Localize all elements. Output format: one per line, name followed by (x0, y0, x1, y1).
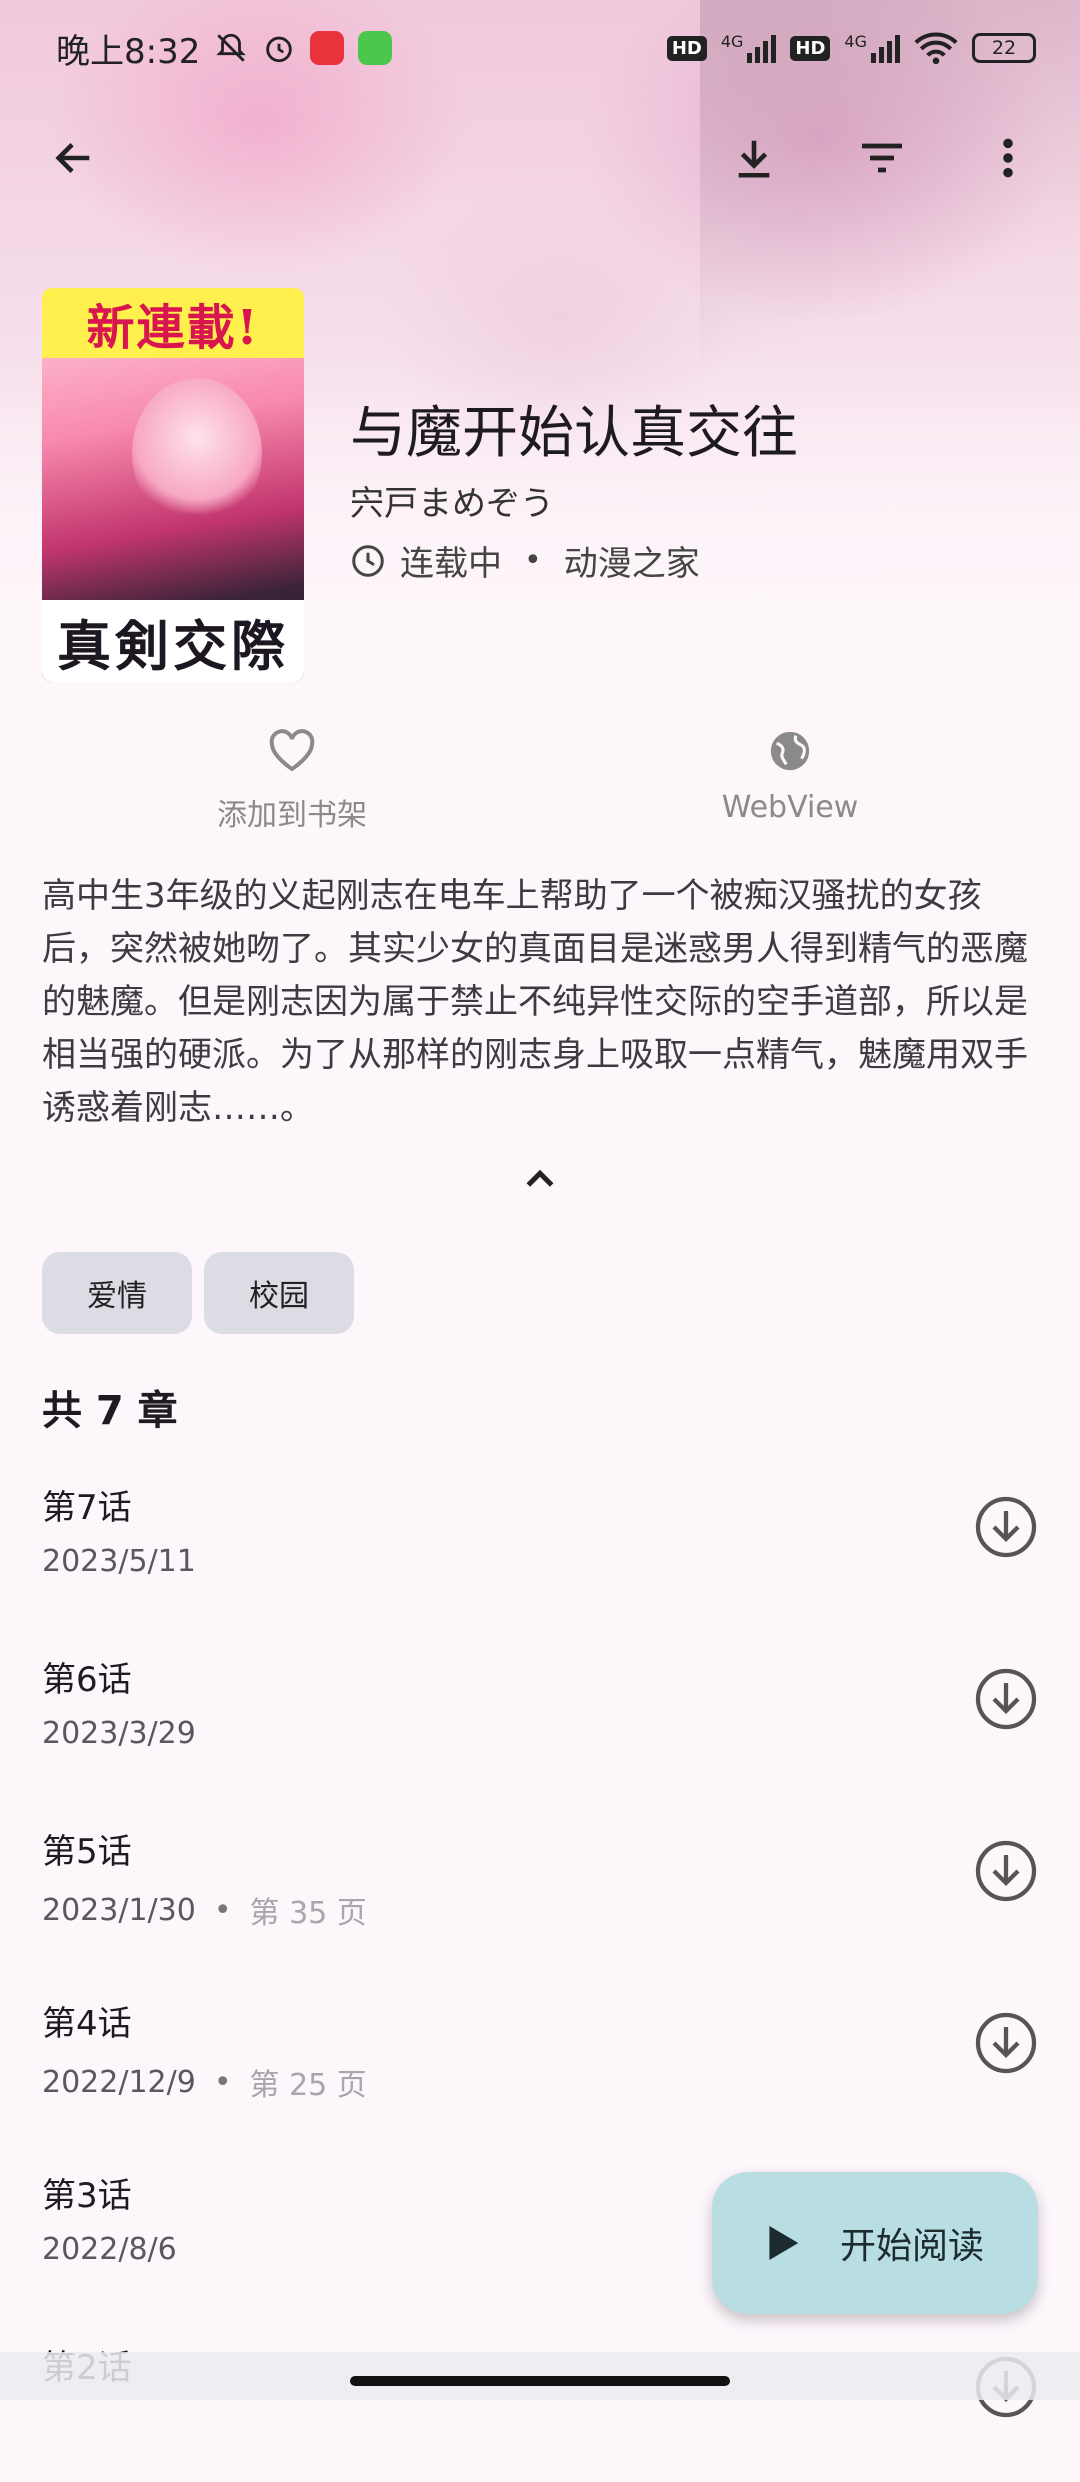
chapter-separator: • (213, 2064, 232, 2100)
download-circle-icon[interactable] (974, 1495, 1038, 1559)
chapter-title: 第5话 (42, 1832, 132, 1872)
gesture-handle[interactable] (350, 2376, 730, 2386)
chapter-date: 2022/8/6 (42, 2232, 177, 2267)
manga-meta: 连载中 • 动漫之家 (350, 536, 700, 585)
chapter-date: 2023/3/29 (42, 1716, 196, 1751)
globe-icon (770, 731, 810, 771)
clock-icon (352, 544, 384, 577)
chapter-date: 2023/1/30 (42, 1892, 196, 1928)
hd-badge: HD (790, 35, 831, 61)
filter-button[interactable] (842, 118, 922, 198)
netease-app-icon (310, 31, 345, 65)
network-type: 4G (844, 31, 867, 51)
more-vert-icon (1003, 138, 1013, 178)
manga-title: 与魔开始认真交往 (350, 401, 798, 466)
status-time: 晚上8:32 (56, 31, 201, 72)
webview-button[interactable]: WebView (670, 726, 910, 825)
download-button[interactable] (714, 118, 794, 198)
tag-chip[interactable]: 爱情 (42, 1252, 192, 1334)
chapter-last-page: 第 25 页 (249, 2068, 367, 2103)
cover-top-text: 新連載! (42, 288, 304, 358)
chapter-row[interactable]: 第6话 2023/3/29 (0, 1622, 1080, 1794)
download-circle-icon[interactable] (974, 1839, 1038, 1903)
chapter-count: 共 7 章 (42, 1388, 178, 1434)
download-icon (738, 140, 770, 178)
network-type: 4G (720, 31, 744, 51)
heart-outline-icon (269, 729, 315, 772)
chapter-title: 第6话 (42, 1660, 132, 1700)
manga-author[interactable]: 宍戸まめぞう (350, 476, 554, 525)
chapter-row[interactable]: 第5话 2023/1/30 • 第 35 页 (0, 1794, 1080, 1966)
chapter-last-page: 第 35 页 (249, 1896, 367, 1931)
more-button[interactable] (968, 118, 1048, 198)
start-reading-button[interactable]: 开始阅读 (712, 2172, 1038, 2314)
chapter-date: 2023/5/11 (42, 1544, 196, 1579)
webview-label: WebView (721, 790, 859, 825)
description-text: 高中生3年级的义起刚志在电车上帮助了一个被痴汉骚扰的女孩后，突然被她吻了。其实少… (42, 876, 1028, 1128)
chapter-list: 第7话 2023/5/11 第6话 2023/3/29 第5话 2023/1/3… (0, 1450, 1080, 2482)
cover-character (132, 378, 262, 528)
bell-off-icon (216, 33, 247, 62)
manga-source: 动漫之家 (563, 544, 700, 584)
add-to-library-label: 添加到书架 (217, 798, 367, 833)
meta-separator: • (524, 543, 542, 578)
tag-chip[interactable]: 校园 (204, 1252, 354, 1334)
start-reading-label: 开始阅读 (839, 2226, 984, 2267)
app-notification-icon (358, 31, 393, 65)
wifi-icon (914, 32, 958, 65)
back-button[interactable] (34, 118, 114, 198)
cover-image[interactable]: 新連載! 真剣交際 (42, 288, 304, 682)
chevron-up-icon (526, 1169, 554, 1187)
chapter-title: 第4话 (42, 2004, 132, 2044)
download-circle-icon[interactable] (974, 2011, 1038, 2075)
top-app-bar (0, 118, 1080, 206)
download-circle-icon[interactable] (974, 1667, 1038, 1731)
chapter-row[interactable]: 第7话 2023/5/11 (0, 1450, 1080, 1622)
filter-icon (862, 143, 902, 173)
play-icon (769, 2226, 799, 2260)
chapter-title: 第3话 (42, 2176, 132, 2216)
genre-tags: 爱情 校园 (42, 1252, 354, 1334)
arrow-left-icon (55, 142, 90, 174)
status-bar: 晚上8:32 HD 4G HD 4G 22 (0, 0, 1080, 96)
alarm-icon (266, 36, 293, 63)
chapter-title: 第7话 (42, 1488, 132, 1528)
add-to-library-button[interactable]: 添加到书架 (172, 726, 412, 834)
collapse-description-button[interactable] (520, 1160, 560, 1200)
chapter-date: 2022/12/9 (42, 2064, 196, 2100)
cover-bottom-text: 真剣交際 (42, 600, 304, 682)
battery-icon: 22 (972, 33, 1036, 63)
chapter-separator: • (213, 1892, 232, 1928)
hd-badge: HD (666, 35, 707, 61)
manga-status: 连载中 (400, 544, 502, 584)
chapter-row[interactable]: 第4话 2022/12/9 • 第 25 页 (0, 1966, 1080, 2138)
signal-icon (747, 33, 777, 63)
signal-icon (871, 33, 900, 63)
